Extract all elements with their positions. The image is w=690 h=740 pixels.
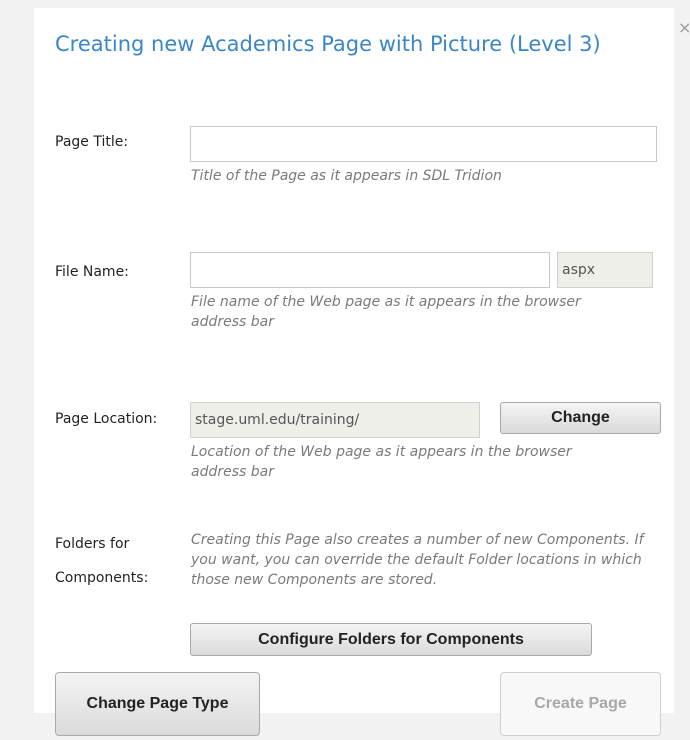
- file-name-input[interactable]: [190, 252, 550, 288]
- folders-label-line2: Components:: [55, 570, 149, 586]
- dialog-title: Creating new Academics Page with Picture…: [55, 32, 601, 56]
- file-name-label: File Name:: [55, 264, 129, 280]
- file-extension-field: aspx: [557, 252, 653, 288]
- page-location-field: stage.uml.edu/training/: [190, 402, 480, 438]
- create-page-button[interactable]: Create Page: [500, 672, 661, 736]
- page-title-hint: Title of the Page as it appears in SDL T…: [191, 168, 502, 184]
- page-title-label: Page Title:: [55, 134, 129, 150]
- dialog-panel: [34, 8, 674, 713]
- folders-hint: Creating this Page also creates a number…: [191, 532, 644, 588]
- page-location-hint: Location of the Web page as it appears i…: [191, 444, 572, 480]
- change-page-type-button[interactable]: Change Page Type: [55, 672, 260, 736]
- file-name-hint: File name of the Web page as it appears …: [191, 294, 581, 330]
- folders-label-line1: Folders for: [55, 536, 130, 552]
- create-page-dialog: × Creating new Academics Page with Pictu…: [0, 0, 690, 740]
- change-location-button[interactable]: Change: [500, 402, 661, 434]
- page-location-label: Page Location:: [55, 411, 158, 427]
- page-title-input[interactable]: [190, 126, 657, 162]
- configure-folders-button[interactable]: Configure Folders for Components: [190, 623, 592, 656]
- close-icon[interactable]: ×: [678, 18, 690, 37]
